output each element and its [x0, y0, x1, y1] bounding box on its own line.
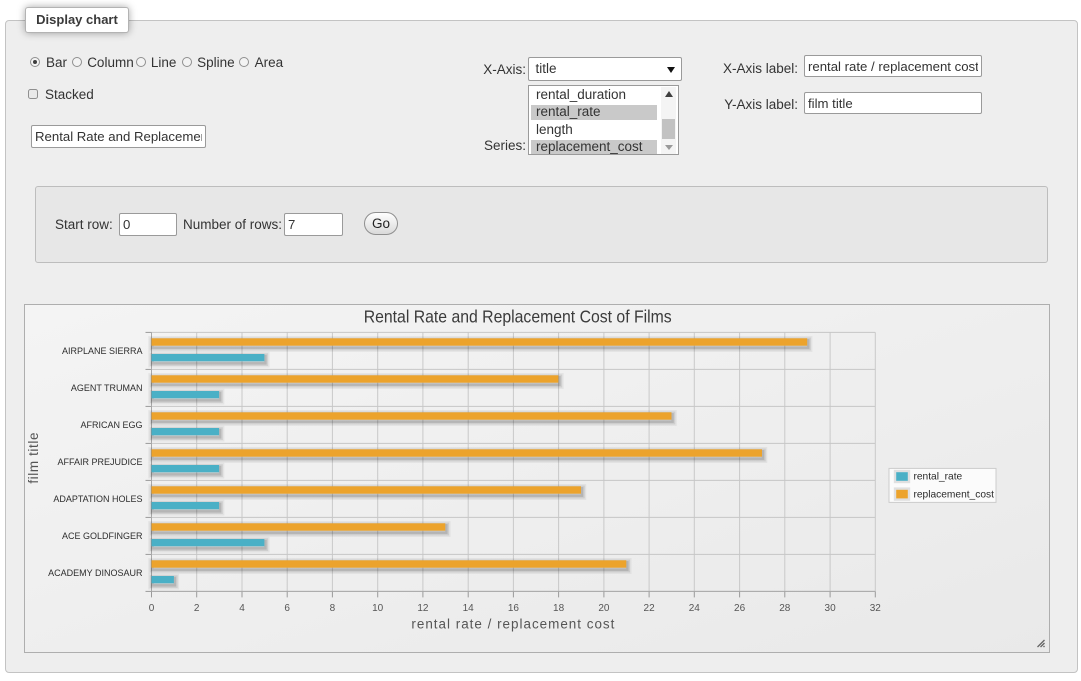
- svg-text:ADAPTATION HOLES: ADAPTATION HOLES: [53, 494, 142, 504]
- svg-text:10: 10: [372, 603, 384, 614]
- svg-text:rental rate / replacement cost: rental rate / replacement cost: [411, 617, 615, 632]
- svg-text:30: 30: [825, 603, 837, 614]
- svg-text:replacement_cost: replacement_cost: [914, 489, 995, 500]
- svg-text:ACADEMY DINOSAUR: ACADEMY DINOSAUR: [48, 568, 143, 578]
- svg-text:20: 20: [598, 603, 610, 614]
- svg-text:0: 0: [149, 603, 155, 614]
- svg-text:Rental Rate and Replacement Co: Rental Rate and Replacement Cost of Film…: [364, 307, 672, 327]
- svg-text:12: 12: [417, 603, 429, 614]
- svg-text:22: 22: [644, 603, 656, 614]
- svg-text:rental_rate: rental_rate: [914, 472, 963, 483]
- svg-text:ACE GOLDFINGER: ACE GOLDFINGER: [62, 531, 143, 541]
- svg-text:6: 6: [284, 603, 290, 614]
- svg-text:film title: film title: [26, 432, 41, 484]
- svg-text:16: 16: [508, 603, 520, 614]
- svg-text:28: 28: [779, 603, 791, 614]
- svg-text:4: 4: [239, 603, 245, 614]
- svg-text:32: 32: [870, 603, 882, 614]
- svg-text:AGENT TRUMAN: AGENT TRUMAN: [71, 383, 143, 393]
- svg-text:2: 2: [194, 603, 200, 614]
- svg-text:8: 8: [330, 603, 336, 614]
- svg-text:14: 14: [463, 603, 475, 614]
- svg-text:18: 18: [553, 603, 565, 614]
- svg-text:AFFAIR PREJUDICE: AFFAIR PREJUDICE: [57, 457, 142, 467]
- svg-text:24: 24: [689, 603, 701, 614]
- svg-text:AIRPLANE SIERRA: AIRPLANE SIERRA: [62, 346, 143, 356]
- svg-text:AFRICAN EGG: AFRICAN EGG: [80, 420, 142, 430]
- svg-text:26: 26: [734, 603, 746, 614]
